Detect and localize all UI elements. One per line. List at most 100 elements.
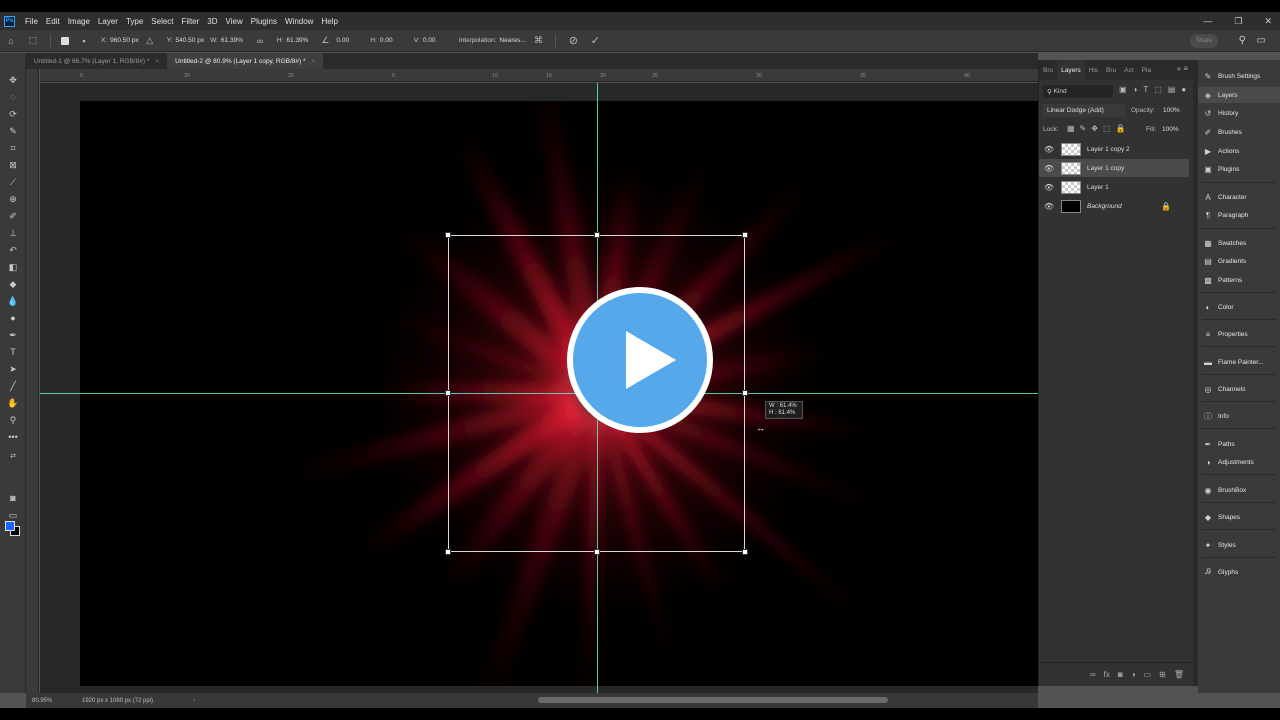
adjustment-layer-icon[interactable]: ◑ (1131, 670, 1136, 679)
transform-handle-bl[interactable] (445, 549, 451, 555)
paint-bucket-tool-icon[interactable]: ◆ (5, 277, 21, 291)
zoom-level[interactable]: 80.95% (32, 698, 72, 704)
tab-actions[interactable]: Act (1120, 67, 1137, 74)
dock-adjustments[interactable]: ◑ Adjustments (1198, 454, 1280, 470)
w-input[interactable]: 61.39% (221, 37, 249, 44)
tab-brushes[interactable]: Bru (1102, 67, 1120, 74)
dock-brushbox[interactable]: ◉ BrushBox (1198, 482, 1280, 498)
zoom-tool-icon[interactable]: ⚲ (5, 413, 21, 427)
menu-filter[interactable]: Filter (178, 17, 204, 26)
cancel-transform-icon[interactable]: ⊘ (567, 35, 579, 47)
transform-handle-tl[interactable] (445, 232, 451, 238)
screen-mode-icon[interactable]: ▭ (5, 508, 21, 522)
transform-handle-br[interactable] (742, 549, 748, 555)
blur-tool-icon[interactable]: 💧 (5, 294, 21, 308)
transform-handle-r[interactable] (742, 390, 748, 396)
new-layer-icon[interactable]: ⊞ (1159, 670, 1166, 679)
layer-row[interactable]: 👁 Background 🔒 (1039, 197, 1189, 215)
dock-glyphs[interactable]: Ꭿ Glyphs (1198, 564, 1280, 580)
menu-image[interactable]: Image (64, 17, 94, 26)
dock-brushes[interactable]: ✐ Brushes (1198, 124, 1280, 140)
lock-icon[interactable]: 🔒 (1161, 202, 1171, 211)
fill-input[interactable]: 100% (1162, 126, 1179, 133)
transform-handle-t[interactable] (594, 232, 600, 238)
layer-row[interactable]: 👁 Layer 1 (1039, 178, 1189, 196)
dock-properties[interactable]: ≡ Properties (1198, 326, 1280, 342)
menu-layer[interactable]: Layer (94, 17, 122, 26)
dock-actions[interactable]: ▶ Actions (1198, 143, 1280, 159)
layer-row[interactable]: 👁 Layer 1 copy 2 (1039, 140, 1189, 158)
eraser-tool-icon[interactable]: ◧ (5, 260, 21, 274)
visibility-eye-icon[interactable]: 👁 (1039, 202, 1059, 211)
menu-edit[interactable]: Edit (42, 17, 64, 26)
close-tab-icon[interactable]: × (312, 58, 316, 65)
visibility-eye-icon[interactable]: 👁 (1039, 183, 1059, 192)
link-layers-icon[interactable]: ∞ (1090, 670, 1096, 679)
menu-view[interactable]: View (222, 17, 247, 26)
crop-tool-icon[interactable]: ⌗ (5, 141, 21, 155)
dock-channels[interactable]: ◎ Channels (1198, 381, 1280, 397)
video-play-button[interactable] (567, 287, 713, 433)
path-select-tool-icon[interactable]: ➤ (5, 362, 21, 376)
new-group-icon[interactable]: ▭ (1144, 670, 1152, 679)
tab-untitled-1[interactable]: Untitled-1 @ 66.7% (Layer 1, RGB/8#) * × (26, 53, 168, 69)
panel-menu-icon[interactable]: » ≡ (1177, 64, 1188, 73)
show-transform-checkbox[interactable] (61, 36, 69, 45)
lock-icons[interactable]: ▦✎✥⬚🔒 (1067, 124, 1130, 133)
workspace-icon[interactable]: ▭ (1257, 35, 1266, 46)
menu-help[interactable]: Help (317, 17, 341, 26)
dock-brush-settings[interactable]: ✎ Brush Settings (1198, 68, 1280, 84)
quick-mask-icon[interactable]: ◙ (5, 491, 21, 505)
dock-history[interactable]: ↺ History (1198, 105, 1280, 121)
frame-tool-icon[interactable]: ⊠ (5, 158, 21, 172)
dock-flame-painter[interactable]: ▬ Flame Painter... (1198, 354, 1280, 370)
share-button[interactable]: Share (1190, 34, 1218, 48)
restore-icon[interactable]: ❐ (1234, 16, 1242, 27)
tab-brush[interactable]: Bru (1039, 67, 1057, 74)
close-tab-icon[interactable]: × (155, 58, 159, 65)
warp-icon[interactable]: ⌘ (532, 35, 544, 47)
canvas-area[interactable]: W : 61.4% H : 61.4% ↔ (40, 83, 1038, 693)
layer-row[interactable]: 👁 Layer 1 copy (1039, 159, 1189, 177)
history-brush-tool-icon[interactable]: ↶ (5, 243, 21, 257)
dock-paragraph[interactable]: ¶ Paragraph (1198, 207, 1280, 223)
angle-input[interactable]: 0.00 (336, 37, 364, 44)
dock-plugins[interactable]: ▣ Plugins (1198, 161, 1280, 177)
dock-swatches[interactable]: ▦ Swatches (1198, 235, 1280, 251)
fx-icon[interactable]: fx (1104, 670, 1110, 679)
dock-paths[interactable]: ✒ Paths (1198, 436, 1280, 452)
stamp-tool-icon[interactable]: ⊥ (5, 226, 21, 240)
marquee-tool-icon[interactable]: ◌ (5, 90, 21, 104)
transform-handle-l[interactable] (445, 390, 451, 396)
transform-handle-b[interactable] (594, 549, 600, 555)
lasso-tool-icon[interactable]: ⟳ (5, 107, 21, 121)
tab-history[interactable]: His (1085, 67, 1102, 74)
interpolation-select[interactable]: Neares... (499, 37, 527, 44)
link-icon[interactable]: ∞ (254, 35, 266, 47)
menu-plugins[interactable]: Plugins (247, 17, 281, 26)
foreground-color-swatch[interactable] (5, 521, 15, 531)
horizontal-scrollbar[interactable] (538, 697, 888, 703)
healing-tool-icon[interactable]: ⊕ (5, 192, 21, 206)
dock-color[interactable]: ◐ Color (1198, 299, 1280, 315)
hskew-input[interactable]: 0.00 (380, 37, 408, 44)
h-input[interactable]: 61.39% (286, 37, 314, 44)
dock-character[interactable]: A Character (1198, 189, 1280, 205)
layer-filter-select[interactable]: ⚲ Kind (1043, 85, 1113, 98)
dock-shapes[interactable]: ◆ Shapes (1198, 509, 1280, 525)
x-input[interactable]: 960.50 px (110, 37, 139, 44)
menu-window[interactable]: Window (281, 17, 317, 26)
line-tool-icon[interactable]: ╱ (5, 379, 21, 393)
dodge-tool-icon[interactable]: ● (5, 311, 21, 325)
tab-untitled-2[interactable]: Untitled-2 @ 80.9% (Layer 1 copy, RGB/8#… (167, 53, 324, 69)
home-icon[interactable]: ⌂ (5, 35, 17, 47)
menu-3d[interactable]: 3D (203, 17, 221, 26)
dock-styles[interactable]: ✦ Styles (1198, 537, 1280, 553)
dock-info[interactable]: ⓘ Info (1198, 408, 1280, 424)
swap-colors-icon[interactable]: ⇄ (5, 449, 21, 463)
y-input[interactable]: 540.50 px (176, 37, 205, 44)
tab-plugins[interactable]: Pla (1138, 67, 1155, 74)
pen-tool-icon[interactable]: ✒ (5, 328, 21, 342)
close-icon[interactable]: ✕ (1264, 16, 1272, 27)
delta-icon[interactable]: △ (144, 35, 156, 47)
